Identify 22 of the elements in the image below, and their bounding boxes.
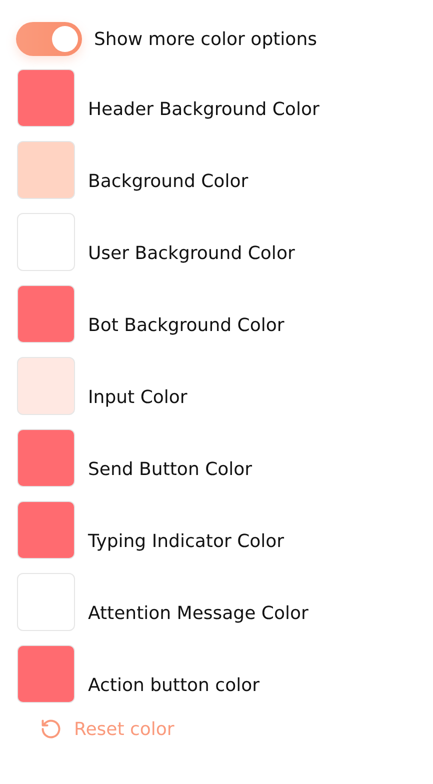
color-swatch[interactable] (17, 645, 75, 703)
color-swatch[interactable] (17, 501, 75, 559)
color-swatch[interactable] (17, 285, 75, 343)
toggle-switch[interactable] (16, 22, 82, 56)
reset-icon (40, 718, 62, 740)
color-swatch[interactable] (17, 213, 75, 271)
color-label: User Background Color (88, 242, 295, 264)
color-label: Header Background Color (88, 98, 320, 120)
color-swatch[interactable] (17, 69, 75, 127)
color-swatch[interactable] (17, 141, 75, 199)
color-swatch[interactable] (17, 573, 75, 631)
color-label: Action button color (88, 674, 260, 696)
color-label: Send Button Color (88, 458, 252, 480)
color-label: Attention Message Color (88, 602, 308, 624)
toggle-label: Show more color options (94, 28, 317, 50)
color-label: Input Color (88, 386, 188, 408)
reset-button[interactable]: Reset color (40, 718, 174, 740)
color-label: Typing Indicator Color (88, 530, 284, 552)
color-label: Bot Background Color (88, 314, 284, 336)
color-label: Background Color (88, 170, 248, 192)
color-swatch[interactable] (17, 357, 75, 415)
color-swatch[interactable] (17, 429, 75, 487)
